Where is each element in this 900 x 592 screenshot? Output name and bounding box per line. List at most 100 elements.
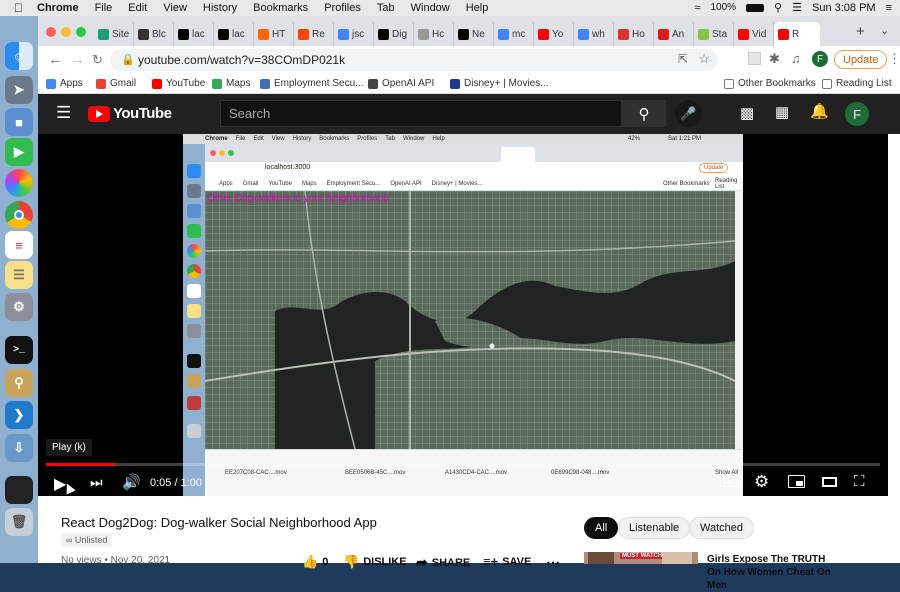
- finder-icon[interactable]: ☺: [5, 42, 33, 70]
- share-page-icon[interactable]: ⇱: [678, 52, 688, 66]
- browser-tab[interactable]: R: [774, 22, 820, 46]
- menubar-clock[interactable]: Sun 3:08 PM: [812, 2, 876, 14]
- update-button[interactable]: Update: [834, 50, 888, 69]
- lock-icon[interactable]: 🔒: [121, 53, 135, 66]
- browser-tab[interactable]: lac: [174, 22, 214, 46]
- browser-tab[interactable]: Yo: [534, 22, 574, 46]
- youtube-search-button[interactable]: ⚲: [622, 100, 666, 127]
- menu-history[interactable]: History: [203, 2, 237, 14]
- back-button[interactable]: ←: [48, 51, 63, 68]
- launchpad-icon[interactable]: ➤: [5, 76, 33, 104]
- progress-bar[interactable]: [46, 463, 880, 466]
- browser-tab[interactable]: mc: [494, 22, 534, 46]
- browser-tab[interactable]: HT: [254, 22, 294, 46]
- bookmark-reading-list[interactable]: Reading List: [822, 78, 892, 89]
- apps-grid-icon[interactable]: ▦: [775, 103, 789, 121]
- browser-tab[interactable]: Site: [94, 22, 134, 46]
- bookmark-item[interactable]: YouTube: [152, 78, 205, 89]
- battery-percent[interactable]: 100%: [710, 2, 736, 13]
- browser-tab[interactable]: Re: [294, 22, 334, 46]
- facetime-icon[interactable]: ▶: [5, 138, 33, 166]
- menu-tab[interactable]: Tab: [377, 2, 395, 14]
- bookmark-other[interactable]: Other Bookmarks: [724, 78, 816, 89]
- volume-button[interactable]: 🔊: [122, 473, 141, 491]
- downloads-stack-icon[interactable]: ⇩: [5, 434, 33, 462]
- browser-menu-icon[interactable]: ⋮: [888, 51, 900, 67]
- control-center-icon[interactable]: ☰: [792, 1, 802, 14]
- video-player[interactable]: Chrome File Edit View History Bookmarks …: [38, 134, 888, 496]
- bookmark-star-icon[interactable]: ☆: [698, 51, 710, 67]
- vscode-icon[interactable]: ❯: [5, 401, 33, 429]
- browser-tab[interactable]: jsc: [334, 22, 374, 46]
- extension-icon[interactable]: [748, 52, 761, 65]
- menu-edit[interactable]: Edit: [128, 2, 147, 14]
- forward-button[interactable]: →: [70, 51, 85, 68]
- photos-icon[interactable]: [5, 169, 33, 197]
- wifi-icon[interactable]: ≈: [694, 2, 700, 14]
- tab-search-chevron-icon[interactable]: ⌄: [880, 24, 889, 37]
- settings-gear-icon[interactable]: ⚙: [754, 472, 769, 492]
- extensions-puzzle-icon[interactable]: ✱: [769, 51, 780, 67]
- browser-tab[interactable]: wh: [574, 22, 614, 46]
- create-video-icon[interactable]: ▩: [740, 104, 754, 122]
- browser-tab[interactable]: Ne: [454, 22, 494, 46]
- save-button[interactable]: ≡+ SAVE: [483, 554, 531, 569]
- search-icon[interactable]: ⚲: [774, 1, 782, 14]
- notification-center-icon[interactable]: ≡: [886, 2, 892, 14]
- system-preferences-icon[interactable]: ⚙: [5, 293, 33, 321]
- chrome-icon[interactable]: [5, 201, 33, 229]
- hamburger-menu-icon[interactable]: ☰: [56, 103, 71, 123]
- terminal-icon[interactable]: >_: [5, 336, 33, 364]
- notifications-bell-icon[interactable]: 🔔: [810, 102, 829, 120]
- close-window-button[interactable]: [46, 27, 56, 37]
- browser-tab[interactable]: lac: [214, 22, 254, 46]
- browser-tab[interactable]: Sta: [694, 22, 734, 46]
- recommendation-title[interactable]: Girls Expose The TRUTH On How Women Chea…: [707, 553, 837, 592]
- screen-recording-icon[interactable]: [5, 476, 33, 504]
- reminders-icon[interactable]: ≡: [5, 231, 33, 259]
- apple-icon[interactable]: : [14, 1, 23, 15]
- bookmark-item[interactable]: Employment Secu...: [260, 78, 363, 89]
- menu-view[interactable]: View: [163, 2, 187, 14]
- menubar-app-name[interactable]: Chrome: [37, 2, 79, 14]
- browser-tab[interactable]: Dig: [374, 22, 414, 46]
- browser-tab[interactable]: Vid: [734, 22, 774, 46]
- chip-watched[interactable]: Watched: [689, 517, 755, 539]
- menu-file[interactable]: File: [95, 2, 113, 14]
- browser-tab[interactable]: Ho: [614, 22, 654, 46]
- captions-button[interactable]: CC: [720, 476, 738, 487]
- menu-profiles[interactable]: Profiles: [324, 2, 361, 14]
- notes-icon[interactable]: ☰: [5, 261, 33, 289]
- youtube-logo[interactable]: YouTube: [88, 105, 172, 122]
- chip-listenable[interactable]: Listenable: [618, 517, 691, 539]
- browser-tab[interactable]: Hc: [414, 22, 454, 46]
- dislike-button[interactable]: 👎 DISLIKE: [343, 554, 407, 570]
- address-bar[interactable]: 🔒 youtube.com/watch?v=38COmDP021k ⇱ ☆: [110, 49, 718, 71]
- profile-avatar[interactable]: F: [812, 51, 828, 67]
- fullscreen-button[interactable]: ⛶: [854, 473, 865, 490]
- recommendation-thumbnail[interactable]: MUST WATCH: [584, 552, 698, 564]
- browser-tab[interactable]: Blc: [134, 22, 174, 46]
- youtube-search-input[interactable]: Search: [220, 100, 622, 127]
- youtube-account-avatar[interactable]: F: [845, 102, 869, 126]
- trash-icon[interactable]: 🗑: [5, 508, 33, 536]
- video-frame[interactable]: Chrome File Edit View History Bookmarks …: [183, 134, 743, 496]
- chip-all[interactable]: All: [584, 517, 619, 539]
- bookmark-item[interactable]: Maps: [212, 78, 250, 89]
- voice-search-icon[interactable]: 🎤: [675, 100, 702, 127]
- battery-icon[interactable]: [746, 3, 765, 12]
- menu-help[interactable]: Help: [466, 2, 489, 14]
- new-tab-button[interactable]: +: [856, 23, 865, 40]
- preview-icon[interactable]: ■: [5, 108, 33, 136]
- media-control-icon[interactable]: ♫: [791, 51, 801, 66]
- bookmark-item[interactable]: Disney+ | Movies...: [450, 78, 549, 89]
- miniplayer-button[interactable]: [788, 475, 805, 488]
- bookmark-item[interactable]: Gmail: [96, 78, 136, 89]
- minimize-window-button[interactable]: [61, 27, 71, 37]
- bookmark-item[interactable]: OpenAI API: [368, 78, 434, 89]
- menu-bookmarks[interactable]: Bookmarks: [253, 2, 308, 14]
- bookmark-item[interactable]: Apps: [46, 78, 83, 89]
- reload-button[interactable]: ↻: [92, 52, 103, 68]
- keychain-icon[interactable]: ⚲: [5, 369, 33, 397]
- like-button[interactable]: 👍 0: [302, 554, 328, 570]
